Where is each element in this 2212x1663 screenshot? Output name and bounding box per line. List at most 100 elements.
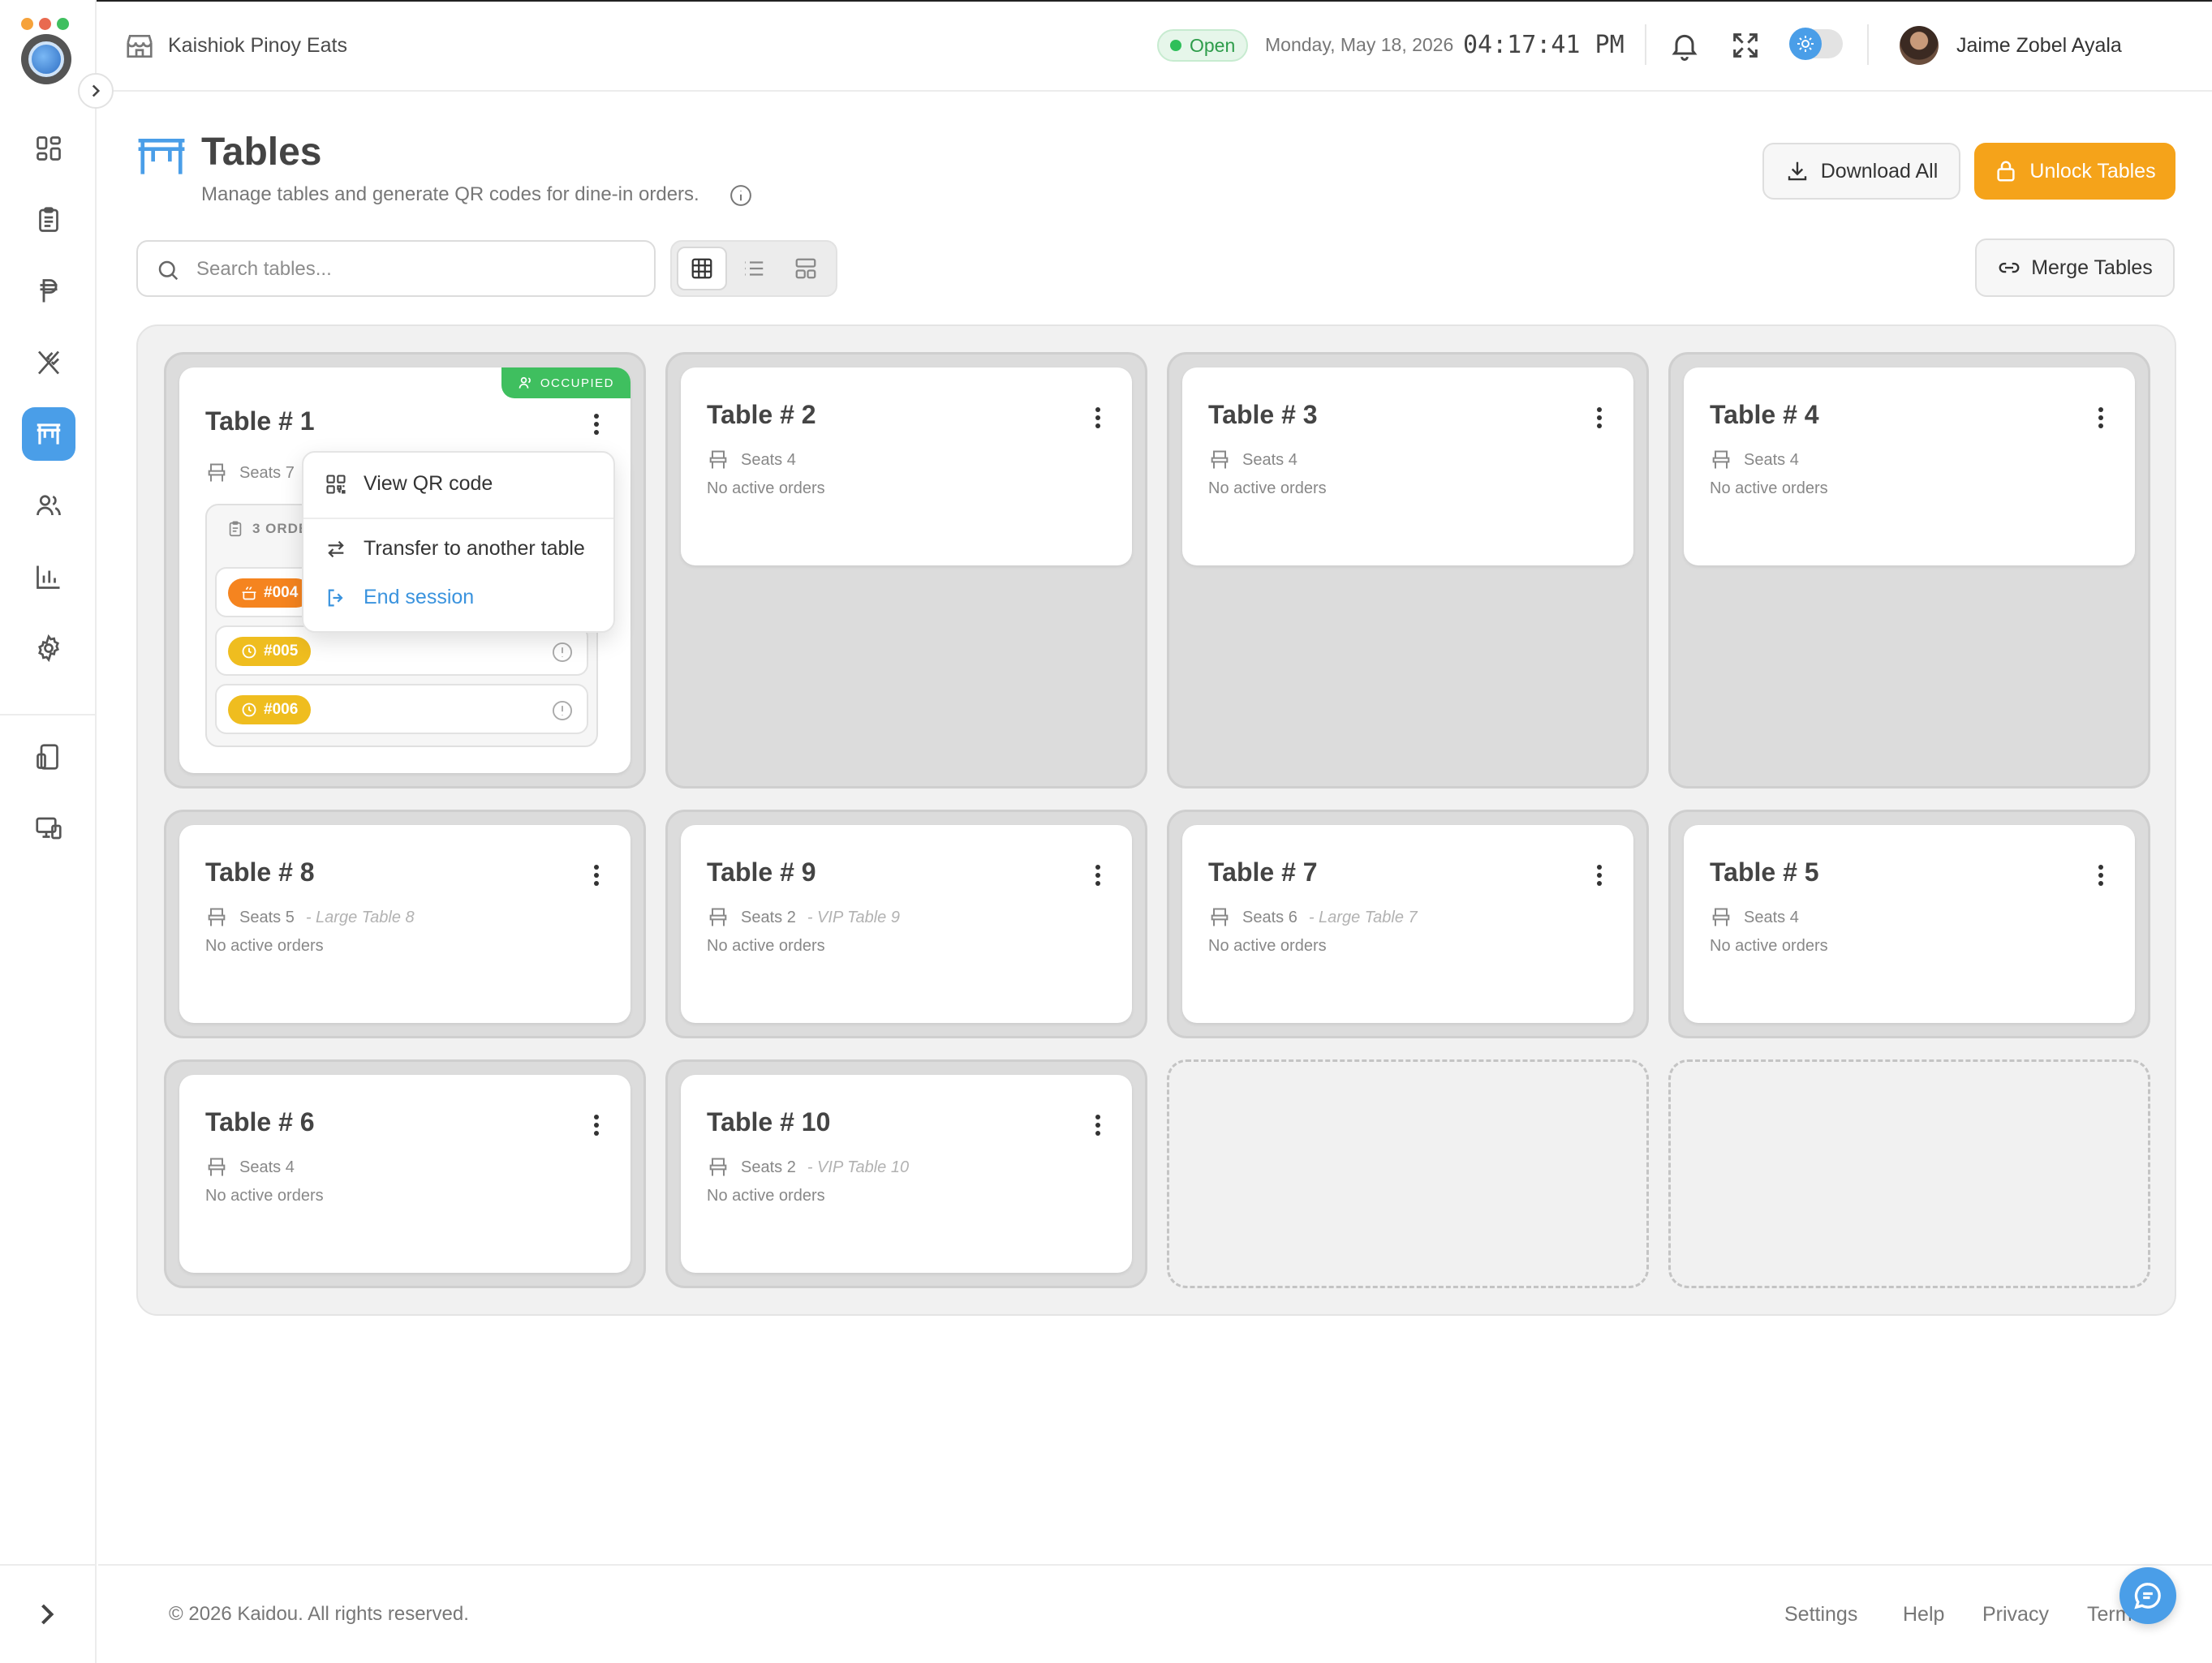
table-options-button[interactable] [593,864,600,887]
store-name: Kaishiok Pinoy Eats [168,34,347,57]
seats-label: Seats 4 [1744,908,1799,926]
table-options-button[interactable] [1095,406,1101,429]
table-card-6[interactable]: Table # 6 Seats 4 No active orders [179,1075,630,1273]
footer-link-help[interactable]: Help [1903,1603,1944,1626]
table-slot: Table # 4 Seats 4 No active orders [1668,352,2150,789]
table-title: Table # 3 [1208,400,1318,429]
download-all-label: Download All [1820,159,1939,183]
order-row[interactable]: #005 [215,625,588,676]
table-card-8[interactable]: Table # 8 Seats 5 - Large Table 8 No acti… [179,825,630,1023]
order-info-icon[interactable] [551,641,574,664]
table-slot: Table # 6 Seats 4 No active orders [164,1059,646,1288]
table-card-4[interactable]: Table # 4 Seats 4 No active orders [1684,367,2135,565]
order-badge[interactable]: #006 [228,695,312,724]
search-icon [158,260,179,281]
no-orders-text: No active orders [205,1187,324,1205]
occupied-label: OCCUPIED [540,376,614,390]
sidebar-item-dashboard[interactable] [22,122,75,175]
table-options-button[interactable] [2098,864,2104,887]
grid-view-icon [691,258,712,279]
sidebar-expand-button[interactable] [29,1596,65,1632]
minimize-window-icon[interactable] [39,18,51,30]
app-logo [21,34,71,84]
table-card-3[interactable]: Table # 3 Seats 4 No active orders [1182,367,1633,565]
table-title: Table # 7 [1208,857,1318,887]
table-options-button[interactable] [593,1114,600,1137]
table-card-9[interactable]: Table # 9 Seats 2 - VIP Table 9 No active… [681,825,1132,1023]
sidebar-item-kiosk[interactable] [22,730,75,784]
sidebar-item-customers[interactable] [22,479,75,532]
sidebar-item-menu[interactable] [22,336,75,389]
maximize-window-icon[interactable] [57,18,69,30]
table-options-button[interactable] [1596,864,1603,887]
table-card-2[interactable]: Table # 2 Seats 4 No active orders [681,367,1132,565]
seats-label: Seats 4 [1242,450,1298,469]
unlock-tables-button[interactable]: Unlock Tables [1974,143,2175,200]
end-session-label: End session [364,586,475,608]
list-view-button[interactable] [729,247,779,290]
table-seats: Seats 2 - VIP Table 10 [707,1156,909,1179]
order-info-icon[interactable] [551,699,574,722]
close-window-icon[interactable] [21,18,33,30]
table-options-button[interactable] [593,413,600,436]
sidebar-item-reports[interactable] [22,550,75,604]
clipboard-icon [229,521,242,537]
sidebar-toggle-button[interactable] [78,73,114,109]
header-divider [1867,24,1869,65]
chair-icon [709,450,727,469]
sidebar-item-tables[interactable] [21,407,75,461]
order-badge[interactable]: #005 [228,637,312,666]
no-orders-text: No active orders [1710,937,1828,955]
header-divider [1645,24,1646,65]
download-all-button[interactable]: Download All [1762,143,1960,200]
table-card-10[interactable]: Table # 10 Seats 2 - VIP Table 10 No acti… [681,1075,1132,1273]
empty-table-slot[interactable] [1668,1059,2150,1288]
grid-view-button[interactable] [677,247,727,290]
status-label: Open [1190,34,1236,56]
sidebar-item-devices[interactable] [22,801,75,855]
floor-view-button[interactable] [781,247,831,290]
sidebar-item-settings[interactable] [22,621,75,675]
chair-icon [709,908,727,926]
end-session-menu-item[interactable]: End session [325,586,474,609]
avatar[interactable] [1900,26,1939,65]
users-icon [36,495,61,516]
table-options-button[interactable] [1095,1114,1101,1137]
logout-icon [328,589,343,606]
search-input[interactable] [196,253,635,286]
info-icon[interactable] [729,183,753,208]
search-box [136,240,656,297]
merge-tables-button[interactable]: Merge Tables [1975,238,2175,297]
status-dot [1170,40,1181,51]
no-orders-text: No active orders [1710,479,1828,497]
view-qr-code-label: View QR code [364,472,493,495]
no-orders-text: No active orders [1208,937,1327,955]
sidebar-divider [0,714,97,715]
view-qr-code-menu-item[interactable]: View QR code [325,472,493,496]
seats-label: Seats 4 [1744,450,1799,469]
top-header: Kaishiok Pinoy Eats Open Monday, May 18,… [98,0,2212,92]
table-card-7[interactable]: Table # 7 Seats 6 - Large Table 7 No acti… [1182,825,1633,1023]
footer-link-settings[interactable]: Settings [1784,1603,1857,1626]
window-controls [21,18,69,30]
table-card-5[interactable]: Table # 5 Seats 4 No active orders [1684,825,2135,1023]
table-slot: Table # 7 Seats 6 - Large Table 7 No acti… [1167,810,1649,1038]
footer-link-privacy[interactable]: Privacy [1982,1603,2049,1626]
table-note: - VIP Table 10 [807,1158,910,1176]
fullscreen-button[interactable] [1729,29,1762,62]
user-name[interactable]: Jaime Zobel Ayala [1956,34,2122,58]
empty-table-slot[interactable] [1167,1059,1649,1288]
theme-toggle[interactable] [1789,28,1843,60]
order-badge[interactable]: #004 [228,578,312,608]
footer-copyright: © 2026 Kaidou. All rights reserved. [169,1603,469,1625]
sidebar-item-orders[interactable] [22,193,75,247]
more-vertical-icon [594,865,599,886]
table-options-button[interactable] [1596,406,1603,429]
table-options-button[interactable] [1095,864,1101,887]
table-options-button[interactable] [2098,406,2104,429]
transfer-table-menu-item[interactable]: Transfer to another table [325,537,585,561]
notifications-button[interactable] [1668,29,1701,62]
sidebar-item-payments[interactable] [22,264,75,318]
order-row[interactable]: #006 [215,684,588,734]
chat-support-button[interactable] [2119,1567,2176,1624]
